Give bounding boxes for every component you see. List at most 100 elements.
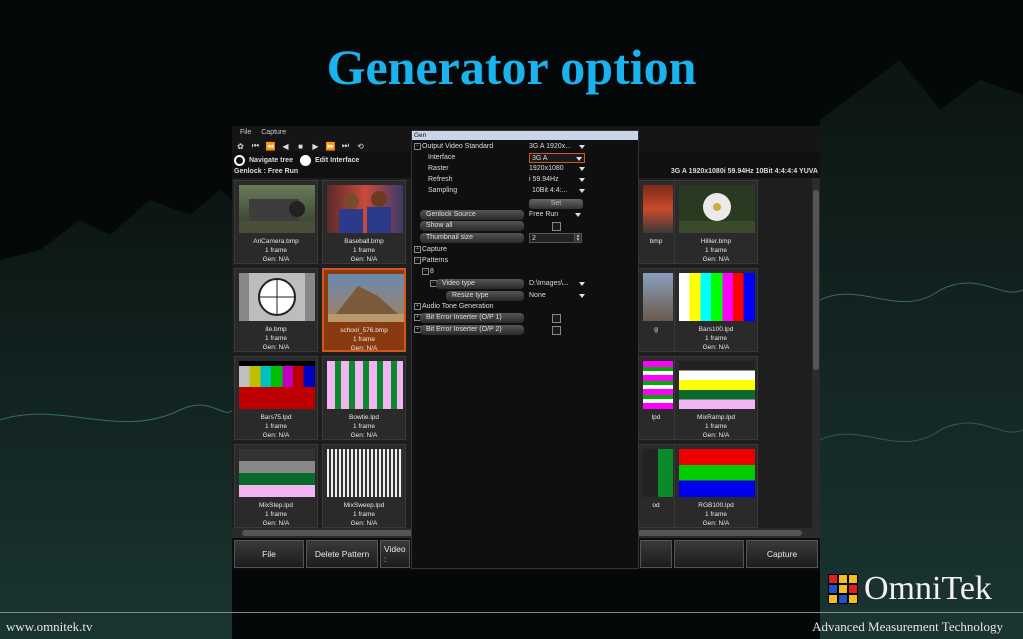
- set-button[interactable]: Set: [529, 199, 583, 209]
- bit-error-inserter-1-row: + Bit Error Inserter (O/P 1): [412, 313, 638, 324]
- delete-pattern-button[interactable]: Delete Pattern: [306, 540, 378, 568]
- thumbnail-name: Bars100.lpd: [698, 326, 734, 333]
- show-all-row: Show all: [412, 221, 638, 232]
- collapse-icon[interactable]: −: [422, 268, 429, 275]
- pattern-node-label: 8: [430, 268, 434, 275]
- footer-tagline: Advanced Measurement Technology: [812, 619, 1003, 634]
- thumbnail-cell[interactable]: od: [636, 444, 676, 528]
- thumbnail-cell[interactable]: ite.bmp 1 frame Gen: N/A: [234, 268, 318, 352]
- genlock-source-row: Genlock Source Free Run: [412, 210, 638, 221]
- thumbnail-name: Hillier.bmp: [700, 238, 732, 245]
- stop-icon[interactable]: ■: [296, 142, 305, 151]
- thumbnail-size-row: Thumbnail size 2 ▲ ▼: [412, 233, 638, 244]
- sampling-row: Sampling 10Bit 4:4:...: [412, 186, 638, 197]
- thumbnail-image: [643, 185, 673, 233]
- skip-start-icon[interactable]: ⏮: [251, 141, 260, 151]
- bit-error-inserter-1-checkbox[interactable]: [552, 314, 561, 323]
- expand-icon[interactable]: +: [414, 303, 421, 310]
- raster-dropdown[interactable]: 1920x1080: [529, 164, 585, 174]
- dropdown-arrow-icon: [576, 157, 582, 161]
- file-button[interactable]: File: [234, 540, 304, 568]
- bit-error-inserter-2-checkbox[interactable]: [552, 326, 561, 335]
- video-type-row: − Video type D:\Images\...: [412, 279, 638, 290]
- thumbnail-cell[interactable]: MixSweep.lpd 1 frame Gen: N/A: [322, 444, 406, 528]
- skip-end-icon[interactable]: ⏭: [341, 141, 350, 151]
- thumbnail-size-spinbox[interactable]: 2: [529, 233, 579, 243]
- video-button[interactable]: Video :: [380, 540, 410, 568]
- expand-icon[interactable]: +: [414, 246, 421, 253]
- thumbnail-frames: 1 frame: [704, 511, 728, 518]
- thumbnail-cell[interactable]: MixRamp.lpd 1 frame Gen: N/A: [674, 356, 758, 440]
- video-type-dropdown[interactable]: D:\Images\...: [529, 279, 585, 289]
- scrollbar-thumb[interactable]: [813, 190, 819, 370]
- spin-arrows-icon[interactable]: ▲ ▼: [574, 233, 582, 243]
- thumbnail-image: [327, 361, 403, 409]
- thumbnail-cell-selected[interactable]: school_576.bmp 1 frame Gen: N/A: [322, 268, 406, 352]
- thumbnail-cell[interactable]: Bars100.lpd 1 frame Gen: N/A: [674, 268, 758, 352]
- bit-error-inserter-1-label: Bit Error Inserter (O/P 1): [420, 313, 524, 323]
- thumbnail-cell[interactable]: g: [636, 268, 676, 352]
- thumbnail-gen: Gen: N/A: [702, 432, 730, 439]
- bit-error-inserter-2-row: + Bit Error Inserter (O/P 2): [412, 325, 638, 336]
- navigate-tree-radio[interactable]: [234, 154, 245, 166]
- thumbnail-name: MixRamp.lpd: [697, 414, 735, 421]
- thumbnail-cell[interactable]: AriCamera.bmp 1 frame Gen: N/A: [234, 180, 318, 264]
- raster-row: Raster 1920x1080: [412, 164, 638, 175]
- collapse-icon[interactable]: −: [414, 143, 421, 150]
- capture-button[interactable]: Capture: [746, 540, 818, 568]
- genlock-source-value: Free Run: [529, 211, 559, 218]
- resize-type-dropdown[interactable]: None: [529, 291, 585, 301]
- hidden-button[interactable]: [640, 540, 672, 568]
- menu-capture[interactable]: Capture: [261, 129, 286, 136]
- menu-file[interactable]: File: [240, 129, 251, 136]
- sampling-dropdown[interactable]: 10Bit 4:4:...: [529, 186, 585, 196]
- step-back-icon[interactable]: ⏪: [266, 142, 276, 151]
- dropdown-arrow-icon: [579, 167, 585, 171]
- thumbnail-cell[interactable]: lpd: [636, 356, 676, 440]
- thumbnail-image: [643, 273, 673, 321]
- thumbnail-gen: Gen: N/A: [262, 520, 290, 527]
- test-chart-image: [239, 273, 315, 321]
- thumbnail-cell[interactable]: MixStep.lpd 1 frame Gen: N/A: [234, 444, 318, 528]
- thumbnail-image: [239, 449, 315, 497]
- play-icon[interactable]: ▶: [311, 142, 320, 151]
- empty-button[interactable]: [674, 540, 744, 568]
- pattern-node[interactable]: − 8: [412, 267, 638, 278]
- thumbnail-image: [239, 273, 315, 321]
- thumbnail-image: [239, 185, 315, 233]
- interface-value: 3G A: [532, 155, 548, 162]
- thumbnail-gen: Gen: N/A: [262, 344, 290, 351]
- patterns-section-label: Patterns: [422, 257, 449, 264]
- loop-icon[interactable]: ⟲: [356, 142, 365, 151]
- capture-section[interactable]: + Capture: [412, 245, 638, 256]
- thumbnail-cell[interactable]: Bars75.lpd 1 frame Gen: N/A: [234, 356, 318, 440]
- collapse-icon[interactable]: −: [414, 257, 421, 264]
- dropdown-arrow-icon: [579, 282, 585, 286]
- thumbnail-frames: 1 frame: [264, 247, 288, 254]
- thumbnail-cell[interactable]: RGB100.lpd 1 frame Gen: N/A: [674, 444, 758, 528]
- vertical-scrollbar[interactable]: [812, 178, 820, 528]
- thumbnail-frames: 1 frame: [704, 247, 728, 254]
- edit-interface-radio[interactable]: [299, 154, 311, 166]
- thumbnail-cell[interactable]: Baseball.bmp 1 frame Gen: N/A: [322, 180, 406, 264]
- genlock-source-dropdown[interactable]: Free Run: [529, 210, 585, 220]
- output-video-standard-dropdown[interactable]: 3G A 1920x...: [529, 142, 585, 152]
- interface-dropdown[interactable]: 3G A: [529, 153, 585, 163]
- thumbnail-gen: Gen: N/A: [350, 256, 378, 263]
- thumbnail-frames: 1 frame: [264, 423, 288, 430]
- thumbnail-cell[interactable]: Bowtie.lpd 1 frame Gen: N/A: [322, 356, 406, 440]
- refresh-dropdown[interactable]: i 59.94Hz: [529, 175, 585, 185]
- settings-icon[interactable]: ✿: [236, 142, 245, 151]
- output-video-standard-row[interactable]: − Output Video Standard 3G A 1920x...: [412, 142, 638, 153]
- thumbnail-name: od: [652, 502, 660, 509]
- patterns-section[interactable]: − Patterns: [412, 256, 638, 267]
- thumbnail-name: RGB100.lpd: [698, 502, 734, 509]
- audio-tone-section[interactable]: + Audio Tone Generation: [412, 302, 638, 313]
- step-forward-icon[interactable]: ⏩: [326, 142, 336, 151]
- thumbnail-cell[interactable]: bmp: [636, 180, 676, 264]
- show-all-checkbox[interactable]: [552, 222, 561, 231]
- back-icon[interactable]: ◀: [281, 142, 290, 151]
- thumbnail-frames: 1 frame: [704, 335, 728, 342]
- thumbnail-gen: Gen: N/A: [702, 344, 730, 351]
- thumbnail-cell[interactable]: Hillier.bmp 1 frame Gen: N/A: [674, 180, 758, 264]
